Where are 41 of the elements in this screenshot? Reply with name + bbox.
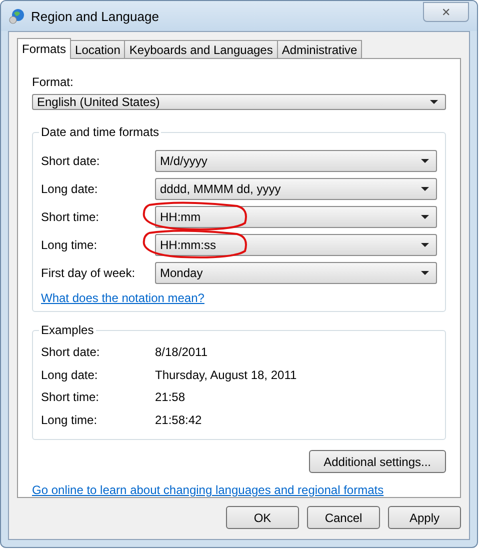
dropdown-arrow-icon [421,187,429,191]
dropdown-arrow-icon [421,215,429,219]
field-label: Short date: [41,154,101,168]
dialog-button[interactable]: Cancel [307,506,380,529]
format-label: Format: [32,75,74,89]
group-title: Date and time formats [39,125,162,139]
group-title: Examples [39,323,96,337]
tab[interactable]: Administrative [276,40,362,58]
example-value: 8/18/2011 [155,345,208,360]
dropdown-arrow-icon [430,100,438,104]
example-value: 21:58 [155,390,186,404]
globe-icon [9,8,25,24]
dialog-button[interactable]: OK [226,506,299,529]
example-value: 21:58:42 [155,412,202,427]
format-dropdown[interactable]: Monday [155,262,437,284]
dropdown-arrow-icon [421,271,429,275]
online-link[interactable]: Go online to learn about changing languages and regional formats [32,483,384,497]
window-title: Region and Language [31,8,160,24]
close-button[interactable]: ✕ [423,2,469,22]
field-label: Long time: [41,238,98,252]
notation-link[interactable]: What does the notation mean? [41,291,204,305]
example-label: Long time: [41,412,98,427]
dialog-button[interactable]: Apply [388,506,461,529]
example-value: Thursday, August 18, 2011 [155,368,297,382]
dropdown-arrow-icon [421,159,429,163]
example-label: Long date: [41,368,99,382]
example-label: Short date: [41,345,101,360]
format-dropdown[interactable]: English (United States) [32,94,446,110]
tab[interactable]: Location [70,40,126,58]
additional-settings-button[interactable]: Additional settings... [308,450,446,473]
tab[interactable]: Keyboards and Languages [124,40,278,58]
field-label: Short time: [41,210,100,224]
format-dropdown[interactable]: HH:mm:ss [155,234,437,256]
dropdown-arrow-icon [421,243,429,247]
format-dropdown[interactable]: HH:mm [155,206,437,228]
format-dropdown[interactable]: M/d/yyyy [155,150,437,172]
tab[interactable]: Formats [17,38,72,59]
example-label: Short time: [41,390,100,404]
field-label: First day of week: [41,266,136,280]
format-dropdown[interactable]: dddd, MMMM dd, yyyy [155,178,437,200]
field-label: Long date: [41,182,99,196]
